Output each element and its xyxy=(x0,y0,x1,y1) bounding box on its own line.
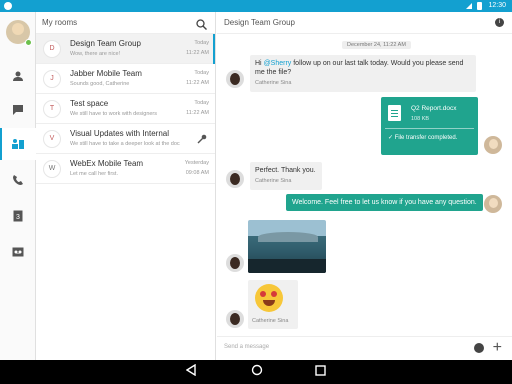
message-text: Perfect. Thank you. xyxy=(255,167,316,174)
chat-title: Design Team Group xyxy=(224,18,295,27)
presence-indicator xyxy=(25,39,32,46)
heart-eyes-emoji xyxy=(255,284,283,312)
avatar xyxy=(226,310,244,328)
info-icon[interactable]: i xyxy=(495,18,504,27)
room-time: 11:22 AM xyxy=(186,110,209,116)
room-name: WebEx Mobile Team xyxy=(70,159,144,168)
rooms-panel: My rooms D Design Team Group Wow, there … xyxy=(36,12,216,360)
room-time: 11:22 AM xyxy=(186,80,209,86)
clock: 12:30 xyxy=(488,2,506,9)
message-bubble: Perfect. Thank you. Catherine Sina xyxy=(250,162,322,190)
nav-rail: 3 xyxy=(0,12,36,360)
battery-icon xyxy=(477,2,482,10)
home-icon[interactable] xyxy=(251,364,263,380)
calendar-icon[interactable]: 3 xyxy=(0,200,36,232)
svg-text:3: 3 xyxy=(16,214,20,221)
room-item[interactable]: W WebEx Mobile Team Let me call her firs… xyxy=(36,154,215,184)
rooms-title: My rooms xyxy=(42,18,78,27)
room-date: Today xyxy=(194,100,209,106)
room-avatar: V xyxy=(43,130,61,148)
room-item[interactable]: D Design Team Group Wow, there are nice!… xyxy=(36,34,215,64)
room-time: 09:08 AM xyxy=(185,170,209,176)
signal-icon xyxy=(466,3,472,9)
avatar xyxy=(226,170,244,188)
avatar xyxy=(484,136,502,154)
mention-link[interactable]: @Sherry xyxy=(264,60,292,67)
file-size: 108 KB xyxy=(411,116,430,122)
avatar xyxy=(226,70,244,88)
photo-attachment[interactable] xyxy=(248,220,326,273)
avatar xyxy=(484,195,502,213)
message-text: Hi xyxy=(255,60,264,67)
voicemail-icon[interactable] xyxy=(0,236,36,268)
call-icon[interactable] xyxy=(0,164,36,196)
emoji-message: Catherine Sina xyxy=(248,280,298,329)
room-avatar: T xyxy=(43,100,61,118)
back-icon[interactable] xyxy=(185,363,196,380)
room-preview: We still have to work with designers xyxy=(70,111,158,117)
add-icon[interactable]: + xyxy=(493,338,502,358)
file-attachment[interactable]: Q2 Report.docx 108 KB ✓ File transfer co… xyxy=(381,97,478,155)
emoji-icon[interactable] xyxy=(474,343,484,353)
room-date: Today xyxy=(194,40,209,46)
status-bar: 12:30 xyxy=(0,0,512,12)
message-bubble-outgoing: Welcome. Feel free to let us know if you… xyxy=(286,194,483,211)
room-avatar: W xyxy=(43,160,61,178)
system-nav-bar xyxy=(0,360,512,384)
message-author: Catherine Sina xyxy=(255,80,292,86)
room-preview: Sounds good, Catherine xyxy=(70,81,130,87)
date-chip: December 24, 11:22 AM xyxy=(342,41,411,49)
chat-header: Design Team Group i xyxy=(217,12,512,34)
room-preview: We still have to take a deeper look at t… xyxy=(70,141,180,147)
messages-icon[interactable] xyxy=(0,94,36,126)
room-time: 11:22 AM xyxy=(186,50,209,56)
contacts-icon[interactable] xyxy=(0,60,36,92)
room-date: Yesterday xyxy=(184,160,209,166)
message-composer: Send a message + xyxy=(217,336,512,360)
room-preview: Wow, there are nice! xyxy=(70,51,121,57)
room-item[interactable]: T Test space We still have to work with … xyxy=(36,94,215,124)
message-author: Catherine Sina xyxy=(252,318,289,324)
app-icon xyxy=(4,2,12,10)
message-text: Welcome. Feel free to let us know if you… xyxy=(292,199,477,206)
room-item[interactable]: J Jabber Mobile Team Sounds good, Cather… xyxy=(36,64,215,94)
avatar xyxy=(226,254,244,272)
room-date: Today xyxy=(194,70,209,76)
rooms-header: My rooms xyxy=(36,12,215,34)
chat-panel: Design Team Group i December 24, 11:22 A… xyxy=(217,12,512,360)
message-bubble: Hi @Sherry follow up on our last talk to… xyxy=(250,55,476,92)
room-avatar: J xyxy=(43,70,61,88)
divider xyxy=(385,128,474,129)
message-input[interactable]: Send a message xyxy=(224,344,269,350)
document-icon xyxy=(388,105,401,121)
room-avatar: D xyxy=(43,40,61,58)
rooms-icon[interactable] xyxy=(0,128,36,160)
room-name: Jabber Mobile Team xyxy=(70,69,142,78)
key-icon xyxy=(197,134,207,146)
room-item[interactable]: V Visual Updates with Internal We still … xyxy=(36,124,215,154)
message-author: Catherine Sina xyxy=(255,178,292,184)
room-preview: Let me call her first. xyxy=(70,171,118,177)
room-name: Visual Updates with Internal xyxy=(70,129,170,138)
file-name: Q2 Report.docx xyxy=(411,105,457,112)
file-status: ✓ File transfer completed. xyxy=(388,135,458,141)
recents-icon[interactable] xyxy=(315,364,326,380)
room-name: Design Team Group xyxy=(70,39,141,48)
room-name: Test space xyxy=(70,99,109,108)
